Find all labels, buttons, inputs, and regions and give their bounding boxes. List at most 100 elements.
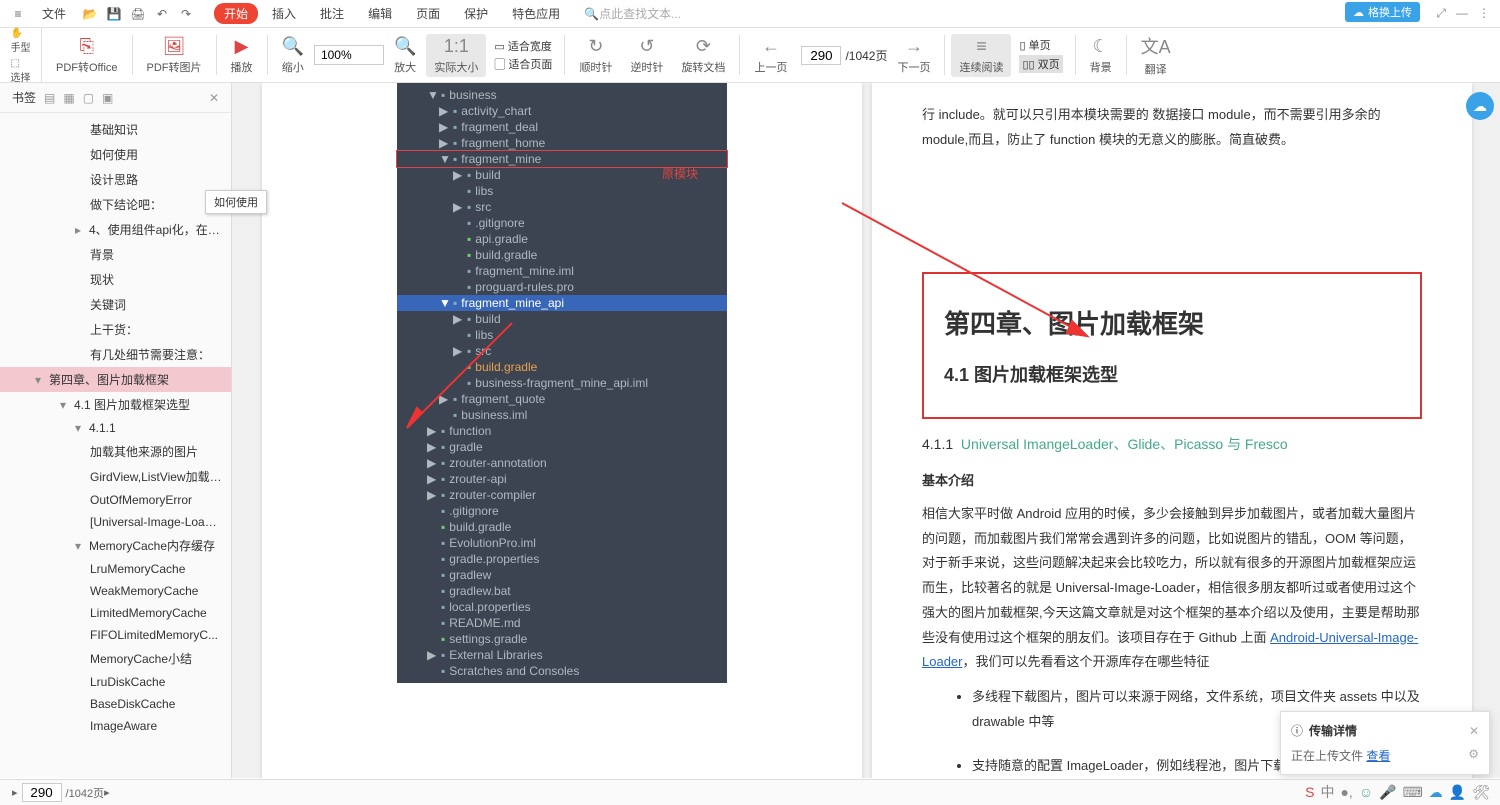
pdf-to-office[interactable]: ⎘PDF转Office xyxy=(48,34,126,77)
tray-mic-icon[interactable]: 🎤 xyxy=(1379,784,1396,801)
hand-tool[interactable]: ✋手型 xyxy=(11,28,31,54)
bookmark-tree[interactable]: 基础知识如何使用设计思路做下结论吧：▸4、使用组件api化，在模块...背景现状… xyxy=(0,113,231,778)
bookmark-item[interactable]: 如何使用 xyxy=(0,142,231,167)
ide-row: ▪ gradlew.bat xyxy=(397,583,727,599)
rotate-doc[interactable]: ⟳旋转文档 xyxy=(673,34,733,77)
bookmark-item[interactable]: ▾MemoryCache内存缓存 xyxy=(0,533,231,558)
bookmark-tool-icon[interactable]: ▤ xyxy=(44,91,55,105)
play-button[interactable]: ▶播放 xyxy=(223,34,261,77)
play-icon: ▶ xyxy=(235,36,249,57)
bookmark-item[interactable]: WeakMemoryCache xyxy=(0,580,231,602)
bookmark-item[interactable]: 关键词 xyxy=(0,292,231,317)
tab-page[interactable]: 页面 xyxy=(406,3,450,24)
actual-size[interactable]: 1:1实际大小 xyxy=(426,34,486,77)
menu-icon[interactable]: ≡ xyxy=(8,4,28,24)
page-number-input[interactable] xyxy=(801,46,841,65)
background[interactable]: ☾背景 xyxy=(1082,34,1120,77)
bookmark-item[interactable]: 背景 xyxy=(0,242,231,267)
tray-smile-icon[interactable]: ☺ xyxy=(1359,784,1373,800)
minimize-icon[interactable]: — xyxy=(1456,6,1468,21)
menu-file[interactable]: 文件 xyxy=(32,3,76,24)
search-box[interactable]: 🔍 点此查找文本... xyxy=(584,5,681,22)
more-icon[interactable]: ⋮ xyxy=(1478,6,1490,21)
single-page[interactable]: ▯ 单页 xyxy=(1019,37,1062,53)
gear-icon[interactable]: ⚙ xyxy=(1468,747,1479,761)
bookmark-item[interactable]: LruMemoryCache xyxy=(0,558,231,580)
bookmark-item[interactable]: 做下结论吧： xyxy=(0,192,231,217)
bookmark-item[interactable]: 上干货： xyxy=(0,317,231,342)
bookmark-item[interactable]: 现状 xyxy=(0,267,231,292)
open-icon[interactable]: 📂 xyxy=(80,4,100,24)
status-nav-next[interactable]: ▸ xyxy=(104,786,110,799)
tab-insert[interactable]: 插入 xyxy=(262,3,306,24)
ide-row: ▪ gradlew xyxy=(397,567,727,583)
bookmark-item[interactable]: ▾4.1.1 xyxy=(0,417,231,439)
tab-edit[interactable]: 编辑 xyxy=(358,3,402,24)
translate[interactable]: 文A翻译 xyxy=(1133,31,1179,79)
tray-cloud-icon[interactable]: ☁ xyxy=(1429,784,1443,801)
prev-page[interactable]: ←上一页 xyxy=(746,34,795,77)
tab-start[interactable]: 开始 xyxy=(214,3,258,24)
fit-page[interactable]: ▢ 适合页面 xyxy=(494,56,552,72)
bookmark-item[interactable]: 加载其他来源的图片 xyxy=(0,439,231,464)
zoom-in[interactable]: 🔍放大 xyxy=(386,34,424,77)
fit-width[interactable]: ▭ 适合宽度 xyxy=(494,38,552,54)
tray-tools-icon[interactable]: 🛠 xyxy=(1472,784,1490,801)
status-bar: ▸ /1042页 ▸ xyxy=(0,779,1500,805)
bookmark-item[interactable]: 设计思路 xyxy=(0,167,231,192)
close-panel-icon[interactable]: ✕ xyxy=(209,91,219,105)
bookmark-item[interactable]: 有几处细节需要注意： xyxy=(0,342,231,367)
tray-ime-icon[interactable]: 中 xyxy=(1320,782,1334,802)
cloud-upload-badge[interactable]: ☁格换上传 xyxy=(1345,2,1420,22)
bookmark-item[interactable]: FIFOLimitedMemoryC... xyxy=(0,624,231,646)
status-page-input[interactable] xyxy=(22,783,62,802)
bookmark-tool-icon2[interactable]: ▦ xyxy=(63,91,74,105)
toolbar: ⎘PDF转Office 🖼PDF转图片 ▶播放 🔍缩小 🔍放大 1:1实际大小 … xyxy=(0,28,1500,83)
tab-special[interactable]: 特色应用 xyxy=(502,3,570,24)
tray-sogou-icon[interactable]: S xyxy=(1305,784,1314,800)
cloud-float-icon[interactable]: ☁ xyxy=(1466,92,1494,120)
bookmark-item[interactable]: ▾4.1 图片加载框架选型 xyxy=(0,392,231,417)
ide-row: ▶▪ fragment_deal xyxy=(397,119,727,135)
bookmark-item[interactable]: BaseDiskCache xyxy=(0,693,231,715)
bookmark-item[interactable]: LimitedMemoryCache xyxy=(0,602,231,624)
pdf-office-icon: ⎘ xyxy=(80,36,94,57)
bookmark-item[interactable]: 基础知识 xyxy=(0,117,231,142)
select-tool[interactable]: ⬚选择 xyxy=(11,58,31,84)
transfer-view-link[interactable]: 查看 xyxy=(1366,749,1390,763)
bookmark-item[interactable]: MemoryCache小结 xyxy=(0,646,231,671)
tab-annotate[interactable]: 批注 xyxy=(310,3,354,24)
bookmark-item[interactable]: ▾第四章、图片加载框架 xyxy=(0,367,231,392)
document-viewer[interactable]: ▼▪ business▶▪ activity_chart▶▪ fragment_… xyxy=(232,83,1500,778)
bookmark-tool-icon4[interactable]: ▣ xyxy=(102,91,113,105)
status-nav-icon[interactable]: ▸ xyxy=(12,786,18,799)
bookmark-item[interactable]: LruDiskCache xyxy=(0,671,231,693)
tray-person-icon[interactable]: 👤 xyxy=(1449,784,1466,801)
bookmark-item[interactable]: OutOfMemoryError xyxy=(0,489,231,511)
bookmark-item[interactable]: ▸4、使用组件api化，在模块... xyxy=(0,217,231,242)
tab-protect[interactable]: 保护 xyxy=(454,3,498,24)
zoom-out[interactable]: 🔍缩小 xyxy=(274,34,312,77)
redo-icon[interactable]: ↷ xyxy=(176,4,196,24)
close-popup-icon[interactable]: ✕ xyxy=(1469,724,1479,738)
double-page[interactable]: ▯▯ 双页 xyxy=(1019,55,1062,73)
next-page[interactable]: →下一页 xyxy=(889,34,938,77)
print-icon[interactable]: 🖨 xyxy=(128,4,148,24)
bookmark-item[interactable]: ImageAware xyxy=(0,715,231,737)
rotate-cw[interactable]: ↻顺时针 xyxy=(571,34,620,77)
rotate-ccw[interactable]: ↺逆时针 xyxy=(622,34,671,77)
annotation-module: 原模块 xyxy=(662,165,698,182)
bookmark-item[interactable]: GirdView,ListView加载图片 xyxy=(0,464,231,489)
bookmark-tool-icon3[interactable]: ▢ xyxy=(83,91,94,105)
bookmark-item[interactable]: [Universal-Image-Loader... xyxy=(0,511,231,533)
continuous-read[interactable]: ≡连续阅读 xyxy=(951,34,1011,77)
undo-icon[interactable]: ↶ xyxy=(152,4,172,24)
pdf-to-image[interactable]: 🖼PDF转图片 xyxy=(139,34,210,77)
save-icon[interactable]: 💾 xyxy=(104,4,124,24)
page-right: 行 include。就可以只引用本模块需要的 数据接口 module，而不需要引… xyxy=(872,83,1472,778)
tray-keyboard-icon[interactable]: ⌨ xyxy=(1403,784,1423,801)
zoom-input[interactable] xyxy=(314,45,384,65)
arrow-left-red xyxy=(392,313,522,443)
expand-icon[interactable]: ⤢ xyxy=(1436,6,1446,21)
tray-punct-icon[interactable]: ●, xyxy=(1340,784,1352,800)
